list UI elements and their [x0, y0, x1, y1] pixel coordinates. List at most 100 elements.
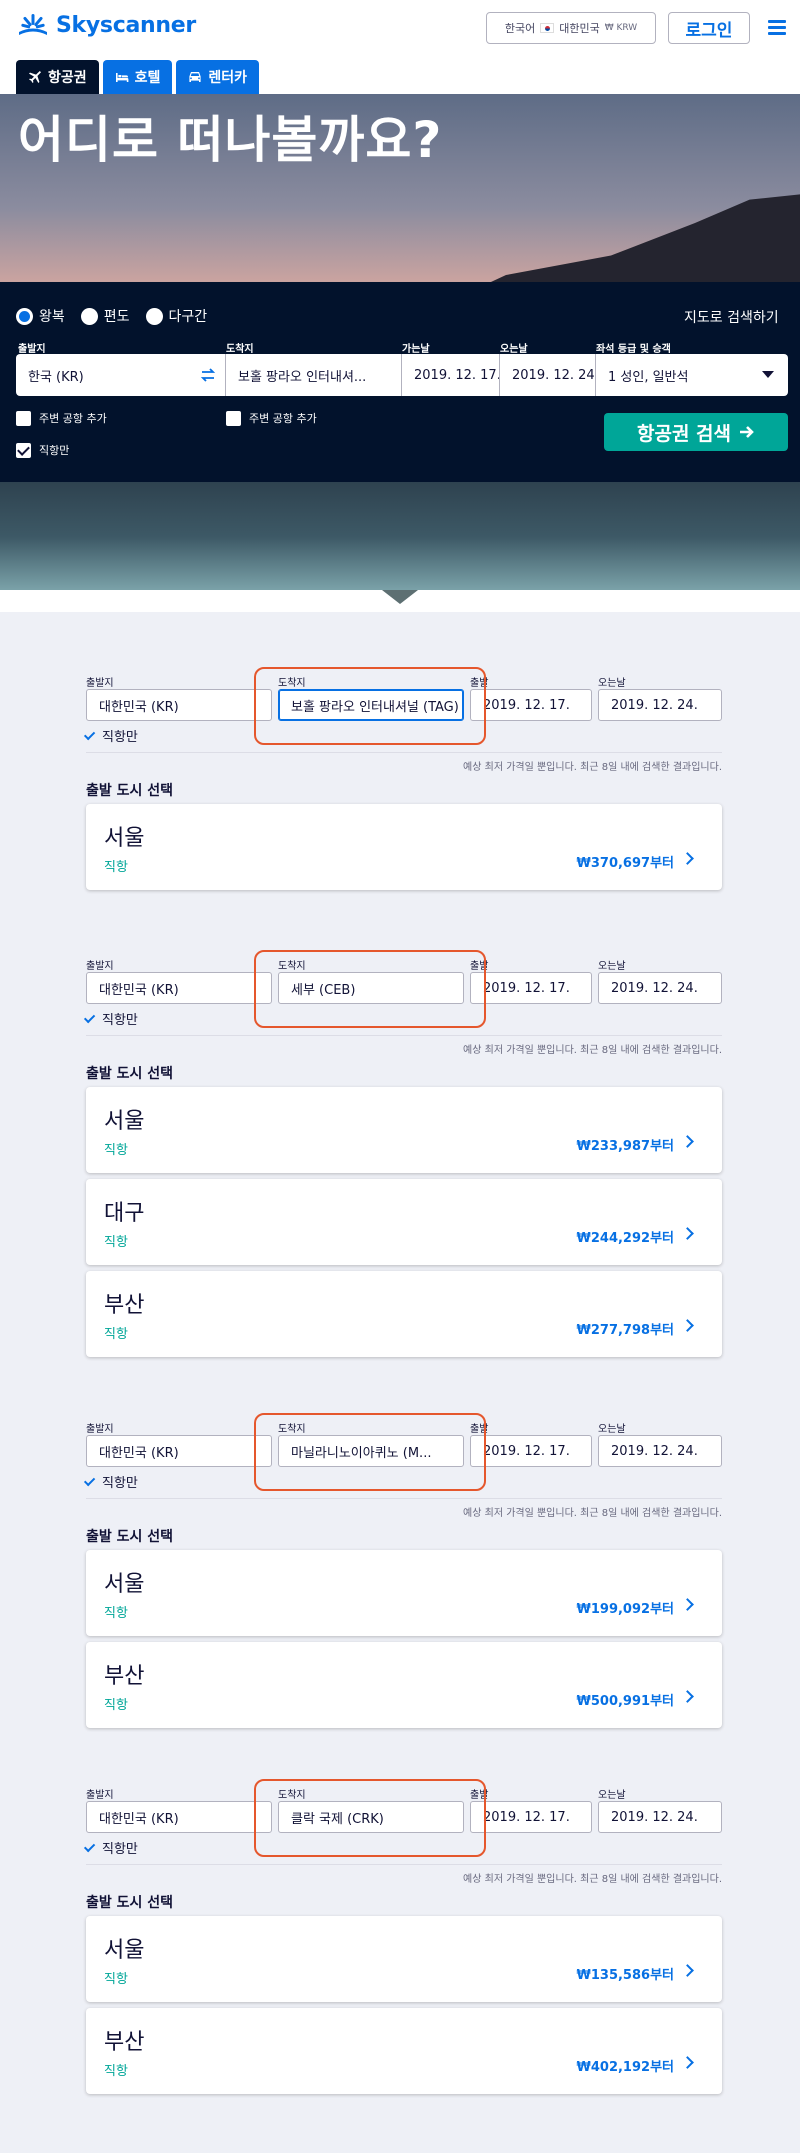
city-name: 부산: [104, 2030, 145, 2055]
choose-departure-city-heading: 출발 도시 선택: [86, 783, 174, 799]
city-card-daegu[interactable]: 대구 직항 ₩244,292부터: [86, 1179, 722, 1265]
depart-label: 출발: [470, 961, 489, 972]
city-card-busan[interactable]: 부산 직항 ₩402,192부터: [86, 2008, 722, 2094]
city-card-seoul[interactable]: 서울 직항 ₩135,586부터: [86, 1916, 722, 2002]
city-card-seoul[interactable]: 서울 직항 ₩233,987부터: [86, 1087, 722, 1173]
depart-date-input[interactable]: 2019. 12. 17.: [470, 1435, 592, 1467]
trip-type-multi-city[interactable]: 다구간: [145, 306, 207, 326]
return-date-input[interactable]: 2019. 12. 24.: [598, 689, 722, 721]
divider: [86, 752, 722, 753]
nearby-airports-from-checkbox[interactable]: 주변 공항 추가: [16, 410, 107, 426]
depart-date-input[interactable]: 2019. 12. 17.: [402, 354, 500, 396]
direct-flight-tag: 직항: [104, 1606, 128, 1621]
to-input[interactable]: 클락 국제 (CRK): [278, 1801, 464, 1833]
return-label: 오는날: [598, 678, 626, 689]
from-input[interactable]: 대한민국 (KR): [86, 972, 272, 1004]
price-disclaimer: 예상 최저 가격일 뿐입니다. 최근 8일 내에 검색한 결과입니다.: [463, 1045, 722, 1056]
to-label: 도착지: [278, 1790, 306, 1801]
to-input[interactable]: 마닐라니노이아퀴노 (M...: [278, 1435, 464, 1467]
to-input[interactable]: 세부 (CEB): [278, 972, 464, 1004]
tab-hotels[interactable]: 호텔: [102, 60, 173, 94]
radio-icon: [145, 307, 163, 325]
chevron-right-icon: [681, 1227, 694, 1240]
tab-car-hire[interactable]: 렌터카: [176, 60, 260, 94]
login-button[interactable]: 로그인: [668, 12, 750, 44]
return-date-input[interactable]: 2019. 12. 24.: [598, 1435, 722, 1467]
search-by-map-link[interactable]: 지도로 검색하기: [684, 307, 779, 327]
return-date-input[interactable]: 2019. 12. 24.: [598, 972, 722, 1004]
city-card-seoul[interactable]: 서울 직항 ₩199,092부터: [86, 1550, 722, 1636]
price-from: ₩135,586부터: [576, 1968, 674, 1983]
trip-type-one-way[interactable]: 편도: [80, 306, 130, 326]
city-name: 대구: [104, 1201, 145, 1226]
from-input[interactable]: 한국 (KR): [16, 354, 226, 396]
direct-flight-tag: 직항: [104, 1972, 128, 1987]
korea-flag-icon: [540, 23, 555, 33]
city-name: 부산: [104, 1293, 145, 1318]
skyscanner-logo[interactable]: Skyscanner: [16, 12, 196, 38]
hamburger-menu-icon[interactable]: [768, 20, 786, 35]
depart-date-input[interactable]: 2019. 12. 17.: [470, 689, 592, 721]
from-label: 출발지: [86, 1790, 114, 1801]
price-from: ₩199,092부터: [576, 1602, 674, 1617]
search-flights-label: 항공권 검색: [636, 422, 731, 445]
tab-hotels-label: 호텔: [134, 70, 161, 86]
direct-only-label: 직항만: [102, 1476, 138, 1491]
trip-type-return-label: 왕복: [39, 309, 65, 325]
price-disclaimer: 예상 최저 가격일 뿐입니다. 최근 8일 내에 검색한 결과입니다.: [463, 762, 722, 773]
direct-only-checkbox[interactable]: 직항만: [16, 442, 69, 458]
nearby-airports-to-label: 주변 공항 추가: [249, 412, 317, 425]
to-label: 도착지: [278, 678, 306, 689]
tab-car-hire-label: 렌터카: [208, 70, 248, 86]
locale-selector-button[interactable]: 한국어 대한민국 ₩ KRW: [486, 12, 656, 44]
depart-field-label: 가는날: [402, 344, 430, 355]
chevron-right-icon: [681, 1598, 694, 1611]
city-name: 부산: [104, 1664, 145, 1689]
nearby-airports-to-checkbox[interactable]: 주변 공항 추가: [226, 410, 317, 426]
from-field-label: 출발지: [18, 344, 46, 355]
depart-label: 출발: [470, 678, 489, 689]
arrow-right-icon: [740, 426, 754, 438]
checkmark-icon: [83, 1474, 96, 1486]
product-tabs: 항공권 호텔 렌터카: [16, 60, 260, 94]
trip-type-options: 왕복 편도 다구간: [16, 306, 207, 326]
direct-only-checkbox[interactable]: 직항만: [83, 726, 138, 745]
to-input[interactable]: 보홀 팡라오 인터내셔...: [226, 354, 402, 396]
direct-only-checkbox[interactable]: 직항만: [83, 1472, 138, 1491]
return-date-input[interactable]: 2019. 12. 24.: [598, 1801, 722, 1833]
city-card-busan[interactable]: 부산 직항 ₩277,798부터: [86, 1271, 722, 1357]
depart-date-input[interactable]: 2019. 12. 17.: [470, 972, 592, 1004]
choose-departure-city-heading: 출발 도시 선택: [86, 1066, 174, 1082]
price-disclaimer: 예상 최저 가격일 뿐입니다. 최근 8일 내에 검색한 결과입니다.: [463, 1874, 722, 1885]
divider: [86, 1035, 722, 1036]
return-label: 오는날: [598, 961, 626, 972]
direct-only-label: 직항만: [39, 444, 70, 457]
to-label: 도착지: [278, 961, 306, 972]
to-input[interactable]: 보홀 팡라오 인터내셔널 (TAG): [278, 689, 464, 721]
checkbox-icon: [226, 410, 241, 426]
city-card-busan[interactable]: 부산 직항 ₩500,991부터: [86, 1642, 722, 1728]
from-input[interactable]: 대한민국 (KR): [86, 1435, 272, 1467]
cabin-passengers-select[interactable]: 1 성인, 일반석: [596, 354, 788, 396]
direct-only-checkbox[interactable]: 직항만: [83, 1009, 138, 1028]
locale-country: 대한민국: [559, 22, 600, 35]
search-flights-button[interactable]: 항공권 검색: [604, 413, 788, 451]
city-name: 서울: [104, 1938, 145, 1963]
from-input[interactable]: 대한민국 (KR): [86, 1801, 272, 1833]
depart-date-input[interactable]: 2019. 12. 17.: [470, 1801, 592, 1833]
return-date-input[interactable]: 2019. 12. 24.: [500, 354, 596, 396]
city-name: 서울: [104, 1572, 145, 1597]
return-field-label: 오는날: [500, 344, 528, 355]
direct-only-checkbox[interactable]: 직항만: [83, 1838, 138, 1857]
trip-type-return[interactable]: 왕복: [16, 306, 65, 326]
city-card-seoul[interactable]: 서울 직항 ₩370,697부터: [86, 804, 722, 890]
from-label: 출발지: [86, 678, 114, 689]
locale-language: 한국어: [504, 22, 536, 35]
swap-icon[interactable]: [200, 367, 216, 383]
from-input[interactable]: 대한민국 (KR): [86, 689, 272, 721]
tab-flights[interactable]: 항공권: [16, 60, 99, 94]
from-label: 출발지: [86, 1424, 114, 1435]
chevron-right-icon: [681, 1319, 694, 1332]
chevron-right-icon: [681, 1690, 694, 1703]
from-label: 출발지: [86, 961, 114, 972]
